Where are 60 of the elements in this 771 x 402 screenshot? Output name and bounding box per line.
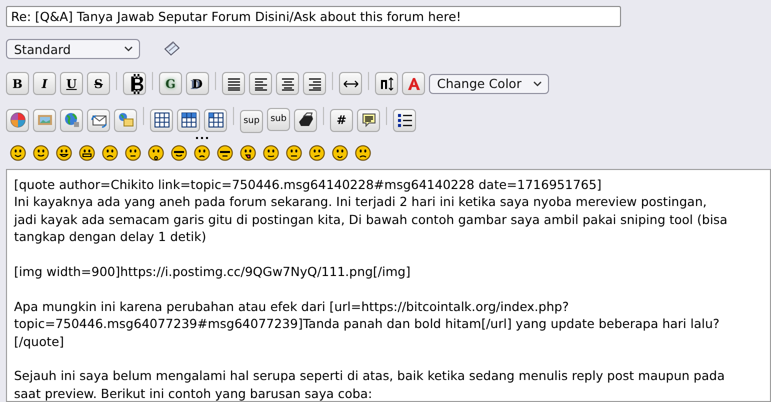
align-left-icon (252, 76, 268, 92)
table-icon (154, 112, 170, 128)
toolbar-button[interactable] (294, 108, 317, 132)
chevron-down-icon (533, 80, 542, 86)
align-right-icon (306, 76, 322, 92)
color-dropdown[interactable]: Change Color (429, 74, 549, 94)
format-button[interactable]: S (87, 72, 110, 95)
picture-icon (36, 112, 52, 128)
format-button[interactable]: sup (240, 110, 263, 133)
table-icon (180, 112, 196, 128)
align-justify-icon (226, 76, 242, 92)
toolbar-button[interactable] (204, 108, 227, 132)
message-field[interactable]: [quote author=Chikito link=topic=750446.msg64140228#msg64140228 date=1716951765] Ini kayaknya ada yang aneh pada forum sekarang. Ini terjadi 2 hari ini ketika saya nyoba mereview postingan, jadi kayak ada semacam garis gitu di postingan kita, Di bawah contoh gambar saya ambil pakai sniping tool (bisa tangkap dengan delay 1 detik) [img width=900]https://i.postimg.cc/9QGw7NyQ/111.png[/img] Apa mungkin ini karena perubahan atau efek dari [url=https://bitcointalk.org/index.php? topic=750446.msg64077239#msg64077239]Tanda panah dan bold hitam[/url] yang update beberapa hari lalu? [/quote] Sejauh ini saya belum mengalami hal serupa seperti di atas, baik ketika sedang menulis reply post maupun pada saat preview. Berikut ini contoh yang barusan saya coba: (6, 169, 771, 402)
toolbar-button[interactable] (276, 72, 299, 95)
chevron-down-icon (124, 46, 133, 52)
smiley-icon[interactable] (33, 145, 49, 161)
list-icon (396, 112, 412, 128)
toolbar-button[interactable] (375, 72, 398, 95)
smiley-icon[interactable] (286, 145, 302, 161)
smiley-icon[interactable] (332, 145, 348, 161)
smiley-icon[interactable] (148, 145, 164, 161)
smiley-icon[interactable] (79, 145, 95, 161)
format-button[interactable]: # (330, 108, 353, 132)
smiley-icon[interactable] (10, 145, 26, 161)
smiley-icon[interactable] (56, 145, 72, 161)
align-center-icon (280, 76, 296, 92)
format-button[interactable]: I (33, 72, 56, 95)
format-button[interactable]: sub (267, 108, 290, 131)
format-button[interactable]: G (159, 72, 182, 95)
smiley-icon[interactable] (309, 145, 325, 161)
text-color-icon (406, 76, 422, 92)
format-button[interactable]: U (60, 72, 83, 95)
format-button[interactable]: D (186, 72, 209, 95)
font-dropdown[interactable]: Standard (6, 39, 140, 59)
smiley-icon[interactable] (194, 135, 210, 161)
pinwheel-icon (10, 112, 26, 128)
toolbar-button[interactable] (123, 72, 146, 95)
smiley-icon[interactable] (171, 145, 187, 161)
toolbar-button[interactable] (150, 108, 173, 132)
smiley-icon[interactable] (263, 145, 279, 161)
globe-icon (64, 112, 80, 128)
toolbar-button[interactable] (339, 72, 362, 95)
toolbar-button[interactable] (303, 72, 326, 95)
smiley-icon[interactable] (240, 145, 256, 161)
smiley-icon[interactable] (102, 145, 118, 161)
text-size-icon (378, 76, 394, 92)
table-icon (208, 112, 224, 128)
toolbar-button[interactable] (393, 108, 416, 132)
smiley-icon[interactable] (125, 145, 141, 161)
toolbar-button[interactable] (222, 72, 245, 95)
format-button[interactable]: B (6, 72, 29, 95)
folder-globe-icon (118, 112, 134, 128)
smiley-icon[interactable] (355, 145, 371, 161)
subject-field[interactable]: Re: [Q&A] Tanya Jawab Seputar Forum Disini/Ask about this forum here! (6, 6, 621, 27)
toolbar-button[interactable] (357, 108, 380, 132)
speech-bubble-icon (360, 112, 376, 128)
toolbar-button[interactable] (177, 108, 200, 132)
toolbar-button[interactable] (87, 108, 110, 132)
toolbar-button[interactable] (249, 72, 272, 95)
smiley-icon[interactable] (217, 145, 233, 161)
